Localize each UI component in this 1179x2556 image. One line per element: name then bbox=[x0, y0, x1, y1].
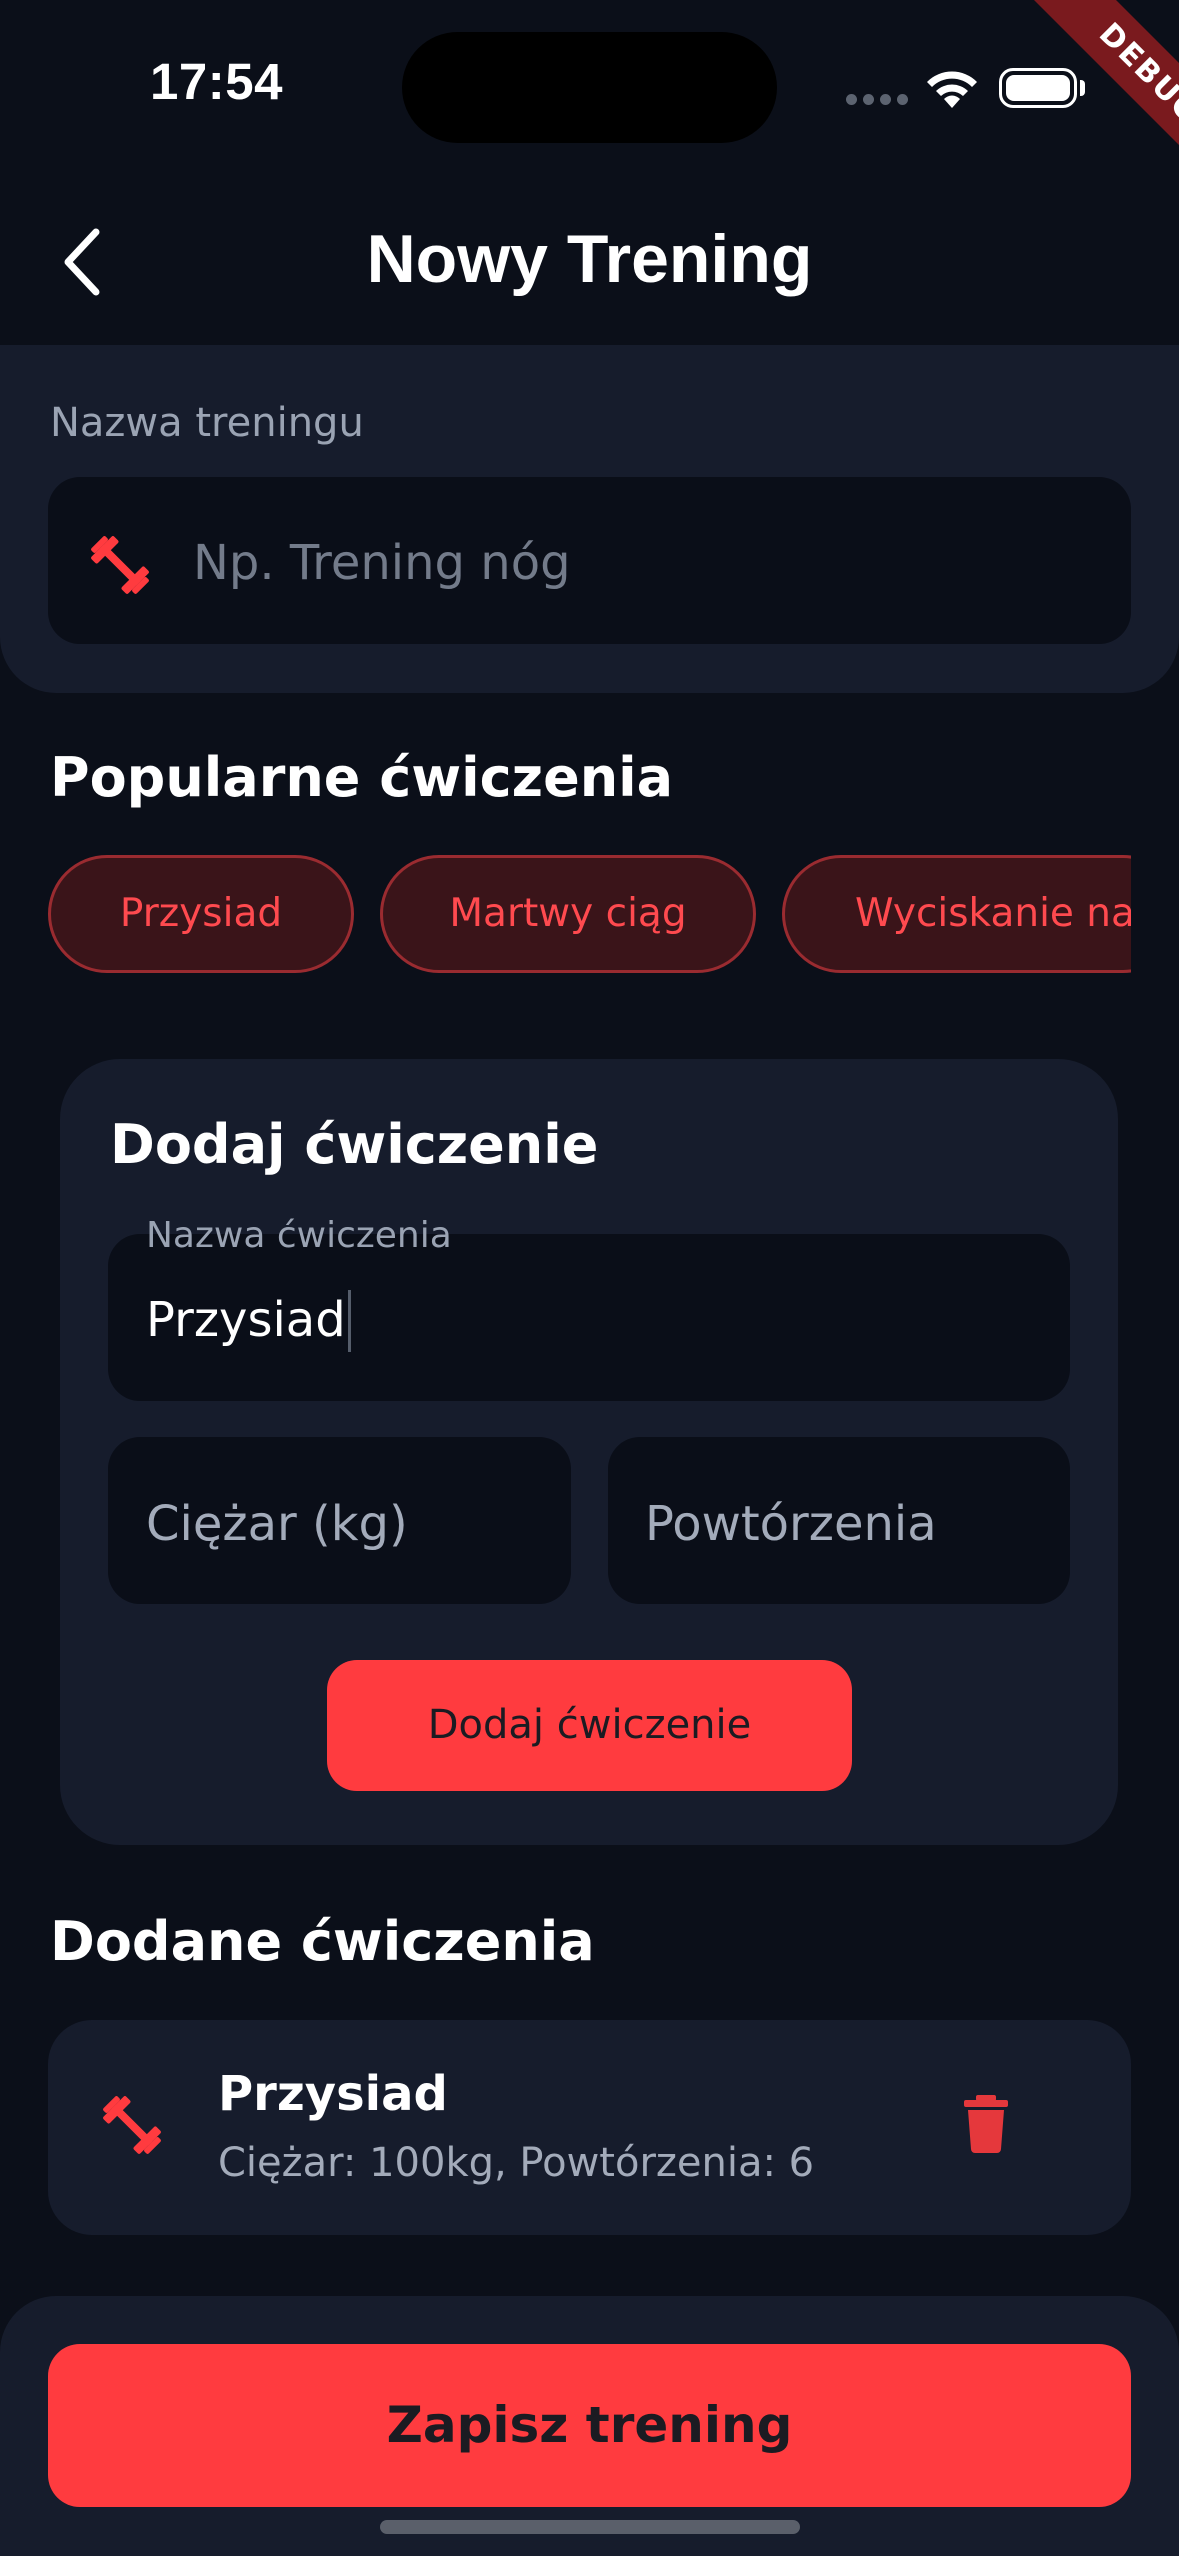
debug-label: DEBUG bbox=[1022, 0, 1179, 200]
add-exercise-button[interactable]: Dodaj ćwiczenie bbox=[327, 1660, 852, 1791]
home-indicator bbox=[380, 2520, 800, 2534]
added-exercises-title: Dodane ćwiczenia bbox=[50, 1910, 595, 1973]
chip-przysiad[interactable]: Przysiad bbox=[48, 855, 354, 973]
weight-placeholder: Ciężar (kg) bbox=[146, 1496, 408, 1552]
page-title: Nowy Trening bbox=[366, 221, 813, 297]
workout-name-label: Nazwa treningu bbox=[50, 400, 364, 446]
text-cursor bbox=[348, 1290, 351, 1352]
status-time: 17:54 bbox=[150, 53, 283, 110]
workout-name-placeholder: Np. Trening nóg bbox=[193, 535, 571, 591]
cellular-signal-icon bbox=[846, 94, 908, 105]
exercise-item-name: Przysiad bbox=[218, 2066, 448, 2122]
reps-placeholder: Powtórzenia bbox=[645, 1496, 937, 1552]
dynamic-island bbox=[402, 32, 777, 143]
exercise-name-label: Nazwa ćwiczenia bbox=[146, 1215, 452, 1256]
popular-chips: Przysiad Martwy ciąg Wyciskanie na bbox=[48, 855, 1131, 977]
dumbbell-icon bbox=[91, 536, 149, 594]
chip-wyciskanie[interactable]: Wyciskanie na bbox=[782, 855, 1131, 973]
add-exercise-title: Dodaj ćwiczenie bbox=[110, 1113, 599, 1176]
exercise-item-details: Ciężar: 100kg, Powtórzenia: 6 bbox=[218, 2140, 815, 2186]
wifi-icon bbox=[927, 71, 977, 108]
chip-martwy-ciag[interactable]: Martwy ciąg bbox=[380, 855, 756, 973]
debug-ribbon: DEBUG bbox=[979, 0, 1179, 200]
save-workout-button[interactable]: Zapisz trening bbox=[48, 2344, 1131, 2507]
popular-exercises-title: Popularne ćwiczenia bbox=[50, 746, 674, 809]
exercise-name-value: Przysiad bbox=[146, 1292, 346, 1348]
trash-icon[interactable] bbox=[962, 2095, 1010, 2153]
dumbbell-icon bbox=[103, 2096, 161, 2154]
